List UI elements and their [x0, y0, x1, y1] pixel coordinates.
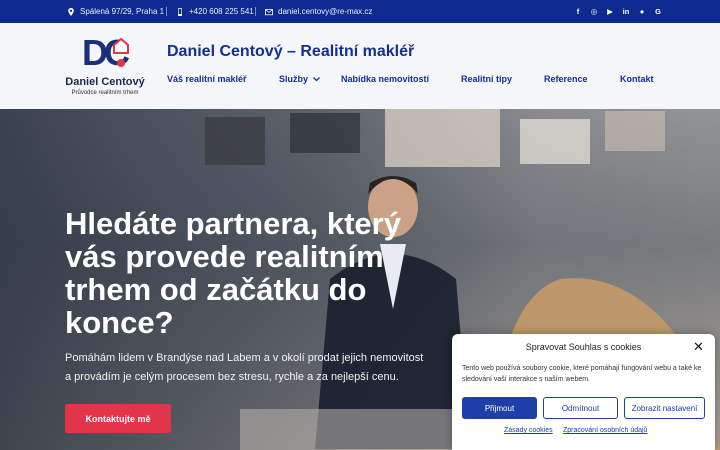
cookie-title: Spravovat Souhlas s cookies: [525, 342, 642, 352]
site-header: DC Daniel Centový Průvodce realitním trh…: [0, 23, 720, 109]
deny-cookies-button[interactable]: Odmítnout: [543, 397, 618, 419]
topbar-divider: [255, 7, 256, 16]
close-icon[interactable]: ✕: [693, 340, 704, 353]
topbar-divider: [166, 7, 167, 16]
youtube-icon[interactable]: ▶: [606, 7, 614, 16]
logo-tagline: Průvodce realitním trhem: [71, 90, 139, 96]
cookie-policy-link[interactable]: Zásady cookies: [504, 427, 553, 434]
site-logo[interactable]: DC Daniel Centový Průvodce realitním trh…: [64, 31, 146, 103]
hero-text: Pomáhám lidem v Brandýse nad Labem a v o…: [65, 352, 424, 383]
phone-icon: [178, 7, 182, 16]
email-item[interactable]: daniel.centovy@re-max.cz: [265, 0, 372, 23]
logo-mark: DC: [82, 33, 130, 71]
nav-item-tipy[interactable]: Realitní tipy: [461, 74, 512, 84]
nav-item-nabidka[interactable]: Nabídka nemovitostí: [341, 74, 429, 84]
chat-icon[interactable]: ●: [638, 7, 646, 16]
top-bar: Spálená 97/29, Praha 1 +420 608 225 541 …: [0, 0, 720, 23]
linkedin-icon[interactable]: in: [622, 7, 630, 16]
nav-item-label: Služby: [279, 74, 309, 84]
hero-title: Hledáte partnera, který vás provede real…: [65, 206, 401, 340]
address-item: Spálená 97/29, Praha 1: [67, 0, 164, 23]
nav-item-sluzby[interactable]: Služby: [279, 74, 320, 84]
site-title[interactable]: Daniel Centový – Realitní makléř: [167, 43, 414, 61]
email-text[interactable]: daniel.centovy@re-max.cz: [278, 7, 372, 16]
social-links: f ◎ ▶ in ● G: [574, 0, 662, 23]
nav-item-reference[interactable]: Reference: [544, 74, 588, 84]
cookie-consent-dialog: Spravovat Souhlas s cookies ✕ Tento web …: [452, 334, 715, 450]
phone-item[interactable]: +420 608 225 541: [176, 0, 254, 23]
chevron-down-icon: [312, 77, 320, 82]
facebook-icon[interactable]: f: [574, 7, 582, 16]
address-text: Spálená 97/29, Praha 1: [80, 7, 165, 16]
cookie-text: Tento web používá soubory cookie, které …: [462, 365, 702, 383]
nav-item-realitni-maklar[interactable]: Váš realitní makléř: [167, 74, 247, 84]
logo-name: Daniel Centový: [65, 76, 145, 88]
privacy-policy-link[interactable]: Zpracování osobních údajů: [563, 427, 647, 434]
cookie-settings-button[interactable]: Zobrazit nastavení: [624, 397, 705, 419]
instagram-icon[interactable]: ◎: [590, 7, 598, 16]
contact-button[interactable]: Kontaktujte mě: [65, 404, 171, 433]
phone-text[interactable]: +420 608 225 541: [189, 7, 254, 16]
accept-cookies-button[interactable]: Přijmout: [462, 397, 537, 419]
location-pin-icon: [68, 7, 74, 16]
envelope-icon: [265, 8, 273, 15]
google-icon[interactable]: G: [654, 7, 662, 16]
nav-item-kontakt[interactable]: Kontakt: [620, 74, 654, 84]
